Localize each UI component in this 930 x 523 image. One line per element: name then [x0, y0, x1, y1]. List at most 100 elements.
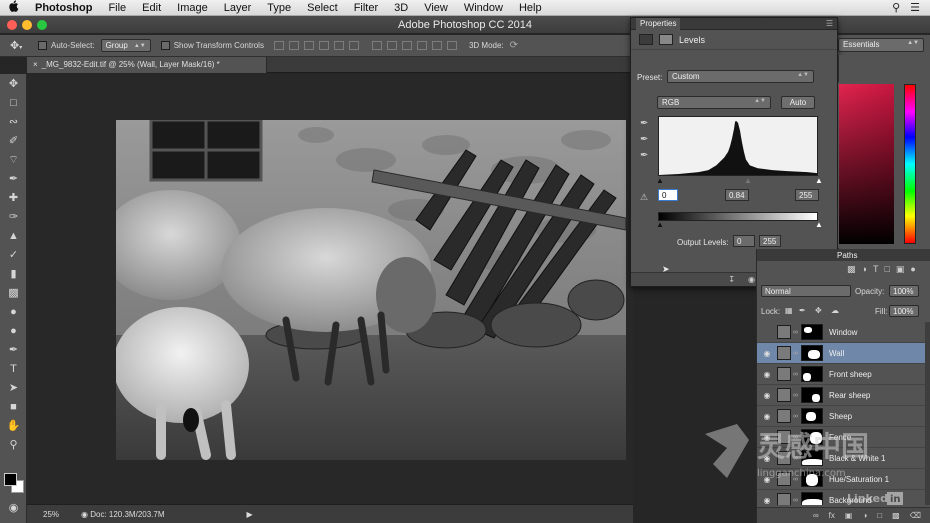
mask-link-icon[interactable]: ∞: [793, 350, 801, 357]
crop-tool-icon[interactable]: ⌔: [0, 150, 27, 169]
output-white-slider[interactable]: ▲: [815, 220, 823, 229]
paths-tab[interactable]: Paths: [837, 251, 857, 260]
levels-adjustment-icon[interactable]: [639, 34, 653, 45]
auto-select-checkbox[interactable]: [38, 41, 47, 50]
opacity-field[interactable]: 100%: [889, 285, 919, 297]
layer-style-icon[interactable]: fx: [829, 511, 835, 520]
output-black-field[interactable]: 0: [733, 235, 755, 247]
move-tool-preset-icon[interactable]: ✥▾: [0, 39, 38, 52]
auto-button[interactable]: Auto: [781, 96, 815, 109]
lasso-tool-icon[interactable]: ∾: [0, 112, 27, 131]
layer-visibility-eye-icon[interactable]: ◉: [757, 433, 777, 442]
apple-menu-icon[interactable]: [0, 0, 28, 15]
search-icon[interactable]: ⚲: [892, 1, 900, 14]
distribute-left-icon[interactable]: [416, 41, 427, 50]
mask-link-icon[interactable]: ∞: [793, 497, 801, 504]
close-tab-icon[interactable]: ×: [33, 60, 38, 69]
input-white-slider[interactable]: ▲: [815, 176, 823, 185]
menu-select[interactable]: Select: [300, 2, 347, 14]
layer-row[interactable]: ◉ ∞ Background: [757, 490, 925, 505]
quick-mask-icon[interactable]: ◉: [0, 498, 27, 517]
quick-select-tool-icon[interactable]: ✐: [0, 131, 27, 150]
layer-row[interactable]: ◉ ∞ Black & White 1: [757, 448, 925, 469]
layer-visibility-eye-icon[interactable]: ◉: [757, 349, 777, 358]
filter-type-icon[interactable]: T: [873, 264, 879, 274]
layer-row[interactable]: ◉ ∞ Front sheep: [757, 364, 925, 385]
input-white-field[interactable]: 255: [795, 189, 819, 201]
layer-adjustment-thumbnail[interactable]: [777, 451, 791, 465]
type-tool-icon[interactable]: T: [0, 359, 27, 378]
menu-layer[interactable]: Layer: [217, 2, 261, 14]
distribute-right-icon[interactable]: [446, 41, 457, 50]
layer-mask-thumbnail[interactable]: [801, 492, 823, 505]
distribute-hcenter-icon[interactable]: [431, 41, 442, 50]
view-previous-icon[interactable]: ◉: [748, 275, 755, 284]
properties-tab[interactable]: Properties: [636, 17, 681, 30]
clone-stamp-tool-icon[interactable]: ▲: [0, 226, 27, 245]
menu-3d[interactable]: 3D: [387, 2, 417, 14]
menu-view[interactable]: View: [417, 2, 457, 14]
auto-select-dropdown[interactable]: Group ▲▼: [100, 39, 151, 52]
input-black-field[interactable]: 0: [658, 189, 678, 201]
fill-field[interactable]: 100%: [889, 305, 919, 317]
layer-visibility-eye-icon[interactable]: ◉: [757, 454, 777, 463]
add-mask-icon[interactable]: ▣: [845, 511, 853, 520]
layer-adjustment-thumbnail[interactable]: [777, 388, 791, 402]
filter-pixel-icon[interactable]: ▩: [847, 264, 856, 275]
filter-adjustment-icon[interactable]: ◑: [862, 264, 867, 274]
black-point-eyedropper-icon[interactable]: ✒: [640, 118, 648, 129]
history-brush-tool-icon[interactable]: ✓: [0, 245, 27, 264]
eyedropper-tool-icon[interactable]: ✒: [0, 169, 27, 188]
mask-link-icon[interactable]: ∞: [793, 413, 801, 420]
layer-visibility-eye-icon[interactable]: ◉: [757, 496, 777, 505]
layer-row[interactable]: ◉ ∞ Window: [757, 322, 925, 343]
marquee-tool-icon[interactable]: □: [0, 93, 27, 112]
pen-tool-icon[interactable]: ✒: [0, 340, 27, 359]
layer-adjustment-thumbnail[interactable]: [777, 472, 791, 486]
list-icon[interactable]: ☰: [910, 1, 920, 14]
align-bottom-icon[interactable]: [303, 41, 314, 50]
white-point-eyedropper-icon[interactable]: ✒: [640, 150, 648, 161]
layer-row[interactable]: ◉ ∞ Rear sheep: [757, 385, 925, 406]
brush-tool-icon[interactable]: ✑: [0, 207, 27, 226]
dodge-tool-icon[interactable]: ●: [0, 321, 27, 340]
layer-row[interactable]: ◉ ∞ Wall: [757, 343, 925, 364]
menu-filter[interactable]: Filter: [347, 2, 387, 14]
healing-brush-tool-icon[interactable]: ✚: [0, 188, 27, 207]
layers-scrollbar[interactable]: [925, 322, 930, 505]
link-layers-icon[interactable]: ∞: [813, 511, 819, 520]
lock-image-icon[interactable]: ✒: [799, 306, 806, 315]
output-white-field[interactable]: 255: [759, 235, 781, 247]
layer-adjustment-thumbnail[interactable]: [777, 346, 791, 360]
layer-visibility-eye-icon[interactable]: ◉: [757, 370, 777, 379]
mask-link-icon[interactable]: ∞: [793, 371, 801, 378]
mask-link-icon[interactable]: ∞: [793, 455, 801, 462]
align-left-icon[interactable]: [318, 41, 329, 50]
distribute-top-icon[interactable]: [371, 41, 382, 50]
blend-mode-dropdown[interactable]: Normal: [761, 285, 851, 297]
layer-mask-thumbnail[interactable]: [801, 324, 823, 340]
filter-smart-icon[interactable]: ▣: [896, 264, 905, 275]
layer-mask-thumbnail[interactable]: [801, 471, 823, 487]
clip-to-layer-icon[interactable]: ↧: [728, 275, 735, 284]
new-layer-icon[interactable]: ▩: [892, 511, 900, 520]
output-black-slider[interactable]: ▲: [656, 220, 664, 229]
layer-visibility-eye-icon[interactable]: ◉: [757, 328, 777, 337]
layer-mask-thumbnail[interactable]: [801, 408, 823, 424]
input-black-slider[interactable]: ▲: [656, 176, 664, 185]
blur-tool-icon[interactable]: ●: [0, 302, 27, 321]
zoom-tool-icon[interactable]: ⚲: [0, 435, 27, 454]
layer-mask-thumbnail[interactable]: [801, 387, 823, 403]
mask-link-icon[interactable]: ∞: [793, 329, 801, 336]
menu-help[interactable]: Help: [512, 2, 551, 14]
layer-visibility-eye-icon[interactable]: ◉: [757, 412, 777, 421]
input-gamma-field[interactable]: 0.84: [725, 189, 749, 201]
gray-point-eyedropper-icon[interactable]: ✒: [640, 134, 648, 145]
menu-edit[interactable]: Edit: [135, 2, 170, 14]
zoom-level[interactable]: 25%: [43, 510, 59, 519]
align-hcenter-icon[interactable]: [333, 41, 344, 50]
lock-all-icon[interactable]: ☁: [831, 306, 839, 315]
align-vcenter-icon[interactable]: [288, 41, 299, 50]
channel-dropdown[interactable]: RGB ▲▼: [657, 96, 771, 109]
move-tool-icon[interactable]: ✥: [0, 74, 27, 93]
